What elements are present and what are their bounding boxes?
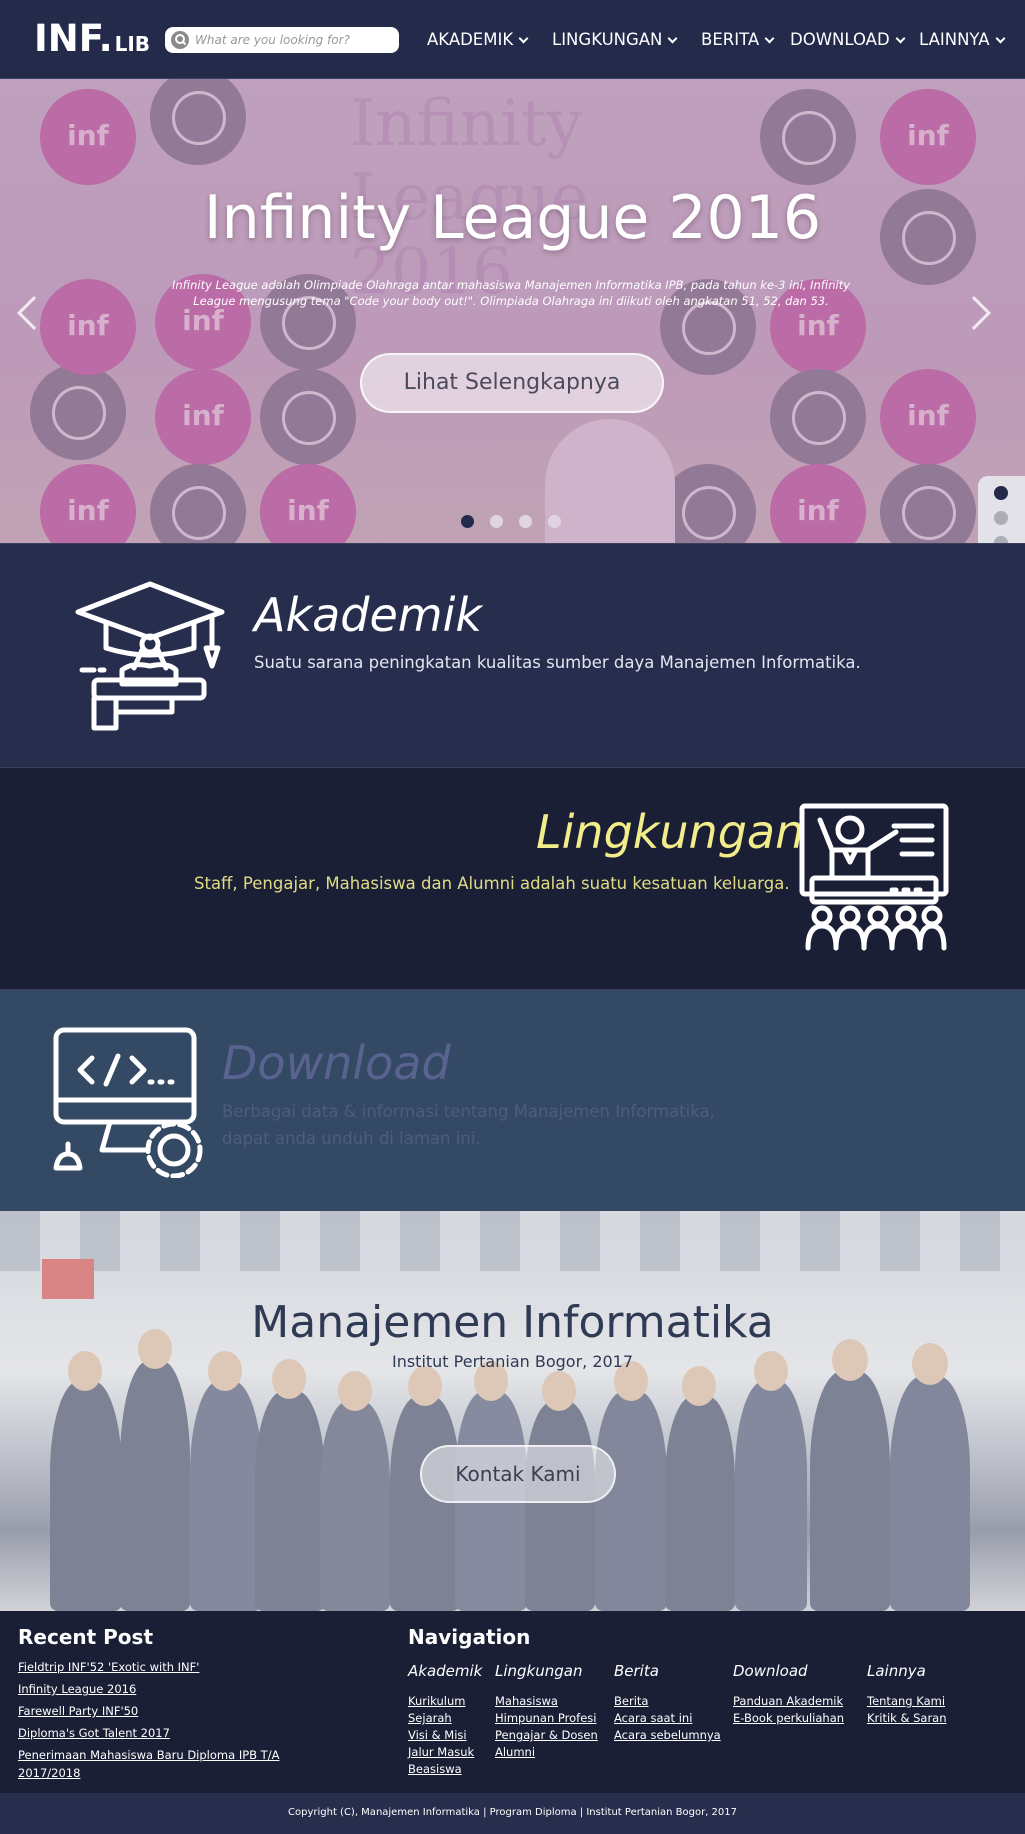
nav-label: AKADEMIK bbox=[427, 30, 514, 49]
hero-read-more-button[interactable]: Lihat Selengkapnya bbox=[360, 353, 664, 413]
teacher-audience-icon bbox=[799, 803, 949, 951]
section-description: Berbagai data & informasi tentang Manaje… bbox=[222, 1102, 715, 1121]
site-logo[interactable]: INF. LIB bbox=[34, 17, 150, 60]
section-dot[interactable] bbox=[994, 511, 1008, 525]
search-input[interactable] bbox=[195, 30, 390, 50]
hero-overlay bbox=[0, 79, 1025, 543]
nav-download[interactable]: DOWNLOAD bbox=[790, 30, 906, 49]
nav-label: DOWNLOAD bbox=[790, 30, 890, 49]
nav-akademik[interactable]: AKADEMIK bbox=[427, 30, 529, 49]
nav-berita[interactable]: BERITA bbox=[701, 30, 775, 49]
section-description: dapat anda unduh di laman ini. bbox=[222, 1129, 481, 1148]
footer-link[interactable]: Pengajar & Dosen bbox=[495, 1728, 598, 1742]
footer-link[interactable]: Alumni bbox=[495, 1745, 535, 1759]
carousel-dot[interactable] bbox=[461, 515, 474, 528]
nav-label: LAINNYA bbox=[919, 30, 990, 49]
footer-link[interactable]: Himpunan Profesi bbox=[495, 1711, 596, 1725]
nav-lainnya[interactable]: LAINNYA bbox=[919, 30, 1005, 49]
footer: Recent Post Fieldtrip INF'52 'Exotic wit… bbox=[0, 1611, 1025, 1793]
search-box bbox=[165, 27, 399, 53]
footer-link[interactable]: Jalur Masuk bbox=[408, 1745, 474, 1759]
group-photo-banner: Manajemen Informatika Institut Pertanian… bbox=[0, 1211, 1025, 1611]
recent-post-link[interactable]: Diploma's Got Talent 2017 bbox=[18, 1726, 170, 1740]
footer-link[interactable]: Kurikulum bbox=[408, 1694, 465, 1708]
section-description: Staff, Pengajar, Mahasiswa dan Alumni ad… bbox=[194, 874, 790, 893]
footer-column-heading: Lingkungan bbox=[495, 1662, 583, 1680]
chevron-down-icon bbox=[667, 33, 678, 44]
hero-description: Infinity League adalah Olimpiade Olahrag… bbox=[171, 278, 851, 308]
hero-carousel: Infinity League 2016 Infinity League 201… bbox=[0, 79, 1025, 543]
footer-link[interactable]: Acara sebelumnya bbox=[614, 1728, 721, 1742]
section-akademik: Akademik Suatu sarana peningkatan kualit… bbox=[0, 543, 1025, 767]
chevron-down-icon bbox=[518, 33, 529, 44]
copyright-text: Copyright (C), Manajemen Informatika | P… bbox=[0, 1793, 1025, 1834]
section-title: Download bbox=[222, 1036, 451, 1090]
carousel-dot[interactable] bbox=[519, 515, 532, 528]
footer-link[interactable]: Sejarah bbox=[408, 1711, 452, 1725]
footer-link[interactable]: Berita bbox=[614, 1694, 648, 1708]
recent-post-link[interactable]: Farewell Party INF'50 bbox=[18, 1704, 138, 1718]
graduation-cap-icon bbox=[75, 581, 225, 731]
recent-post-heading: Recent Post bbox=[18, 1625, 154, 1649]
section-dot[interactable] bbox=[994, 486, 1008, 500]
recent-post-link[interactable]: Penerimaan Mahasiswa Baru Diploma IPB T/… bbox=[18, 1748, 279, 1762]
section-title: Akademik bbox=[254, 588, 483, 642]
chevron-down-icon bbox=[895, 33, 906, 44]
chevron-down-icon bbox=[764, 33, 775, 44]
recent-post-link[interactable]: Fieldtrip INF'52 'Exotic with INF' bbox=[18, 1660, 199, 1674]
section-download: Download Berbagai data & informasi tenta… bbox=[0, 989, 1025, 1211]
search-icon[interactable] bbox=[171, 31, 189, 49]
footer-link[interactable]: Panduan Akademik bbox=[733, 1694, 843, 1708]
logo-text: INF. bbox=[34, 17, 113, 60]
hero-title: Infinity League 2016 bbox=[203, 183, 822, 253]
footer-link[interactable]: Beasiswa bbox=[408, 1762, 462, 1776]
top-navbar: INF.LIB AKADEMIK LINGKUNGAN BERITA DOWNL… bbox=[0, 0, 1025, 79]
computer-code-icon bbox=[53, 1027, 203, 1178]
recent-post-link[interactable]: Infinity League 2016 bbox=[18, 1682, 136, 1696]
footer-link[interactable]: Acara saat ini bbox=[614, 1711, 692, 1725]
recent-post-link[interactable]: 2017/2018 bbox=[18, 1766, 80, 1780]
footer-link[interactable]: Mahasiswa bbox=[495, 1694, 558, 1708]
footer-column-heading: Akademik bbox=[408, 1662, 483, 1680]
contact-us-button[interactable]: Kontak Kami bbox=[420, 1445, 616, 1503]
logo-suffix: LIB bbox=[114, 32, 151, 56]
chevron-down-icon bbox=[995, 33, 1005, 44]
section-lingkungan: Lingkungan Staff, Pengajar, Mahasiswa da… bbox=[0, 767, 1025, 989]
footer-column-heading: Berita bbox=[614, 1662, 659, 1680]
carousel-dot[interactable] bbox=[490, 515, 503, 528]
photo-overlay bbox=[0, 1211, 1025, 1611]
nav-lingkungan[interactable]: LINGKUNGAN bbox=[552, 30, 678, 49]
footer-link[interactable]: Visi & Misi bbox=[408, 1728, 467, 1742]
banner-subtitle: Institut Pertanian Bogor, 2017 bbox=[391, 1352, 634, 1371]
section-description: Suatu sarana peningkatan kualitas sumber… bbox=[254, 653, 861, 672]
footer-link[interactable]: E-Book perkuliahan bbox=[733, 1711, 844, 1725]
carousel-dot[interactable] bbox=[548, 515, 561, 528]
footer-column-heading: Download bbox=[733, 1662, 808, 1680]
nav-label: BERITA bbox=[701, 30, 760, 49]
nav-label: LINGKUNGAN bbox=[552, 30, 663, 49]
section-title: Lingkungan bbox=[536, 805, 805, 859]
footer-column-heading: Lainnya bbox=[867, 1662, 926, 1680]
footer-link[interactable]: Kritik & Saran bbox=[867, 1711, 947, 1725]
banner-title: Manajemen Informatika bbox=[251, 1297, 774, 1348]
footer-link[interactable]: Tentang Kami bbox=[867, 1694, 945, 1708]
navigation-heading: Navigation bbox=[408, 1625, 531, 1649]
